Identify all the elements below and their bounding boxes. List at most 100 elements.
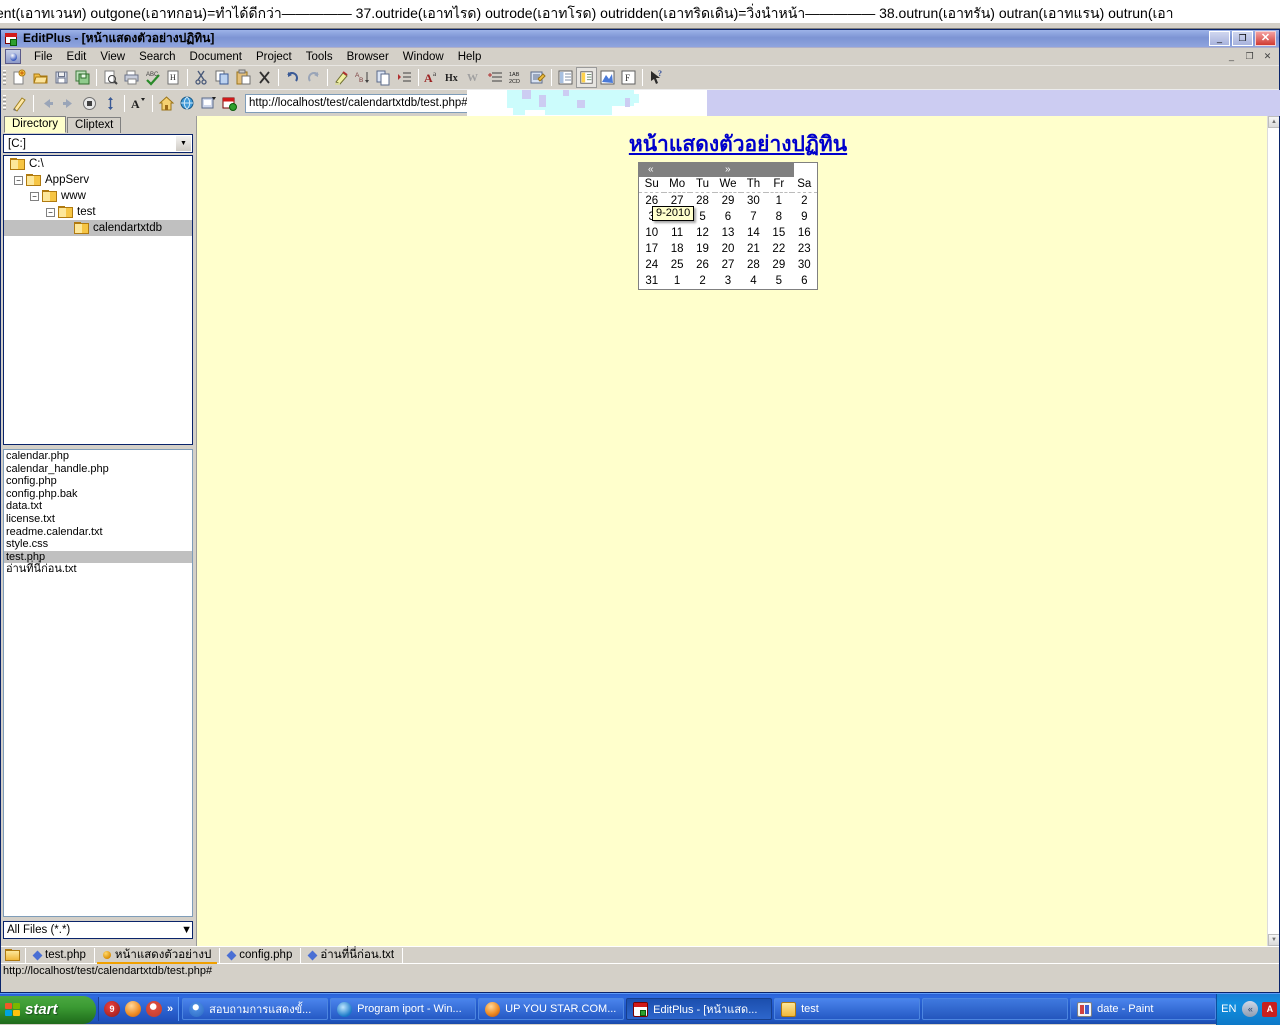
doc-tab-test-php[interactable]: test.php <box>26 947 94 964</box>
calendar-day-cell[interactable]: 13 <box>715 225 740 241</box>
calendar-day-cell[interactable]: 10 <box>639 225 664 241</box>
new-file-icon[interactable] <box>9 67 30 88</box>
menu-view[interactable]: View <box>93 49 132 65</box>
list-item[interactable]: อ่านที่นี่ก่อน.txt <box>4 563 192 576</box>
mdi-restore-button[interactable]: ❐ <box>1242 49 1257 64</box>
doc-tab-preview-active[interactable]: หน้าแสดงตัวอย่างป <box>95 947 219 964</box>
content-vertical-scrollbar[interactable]: ▲ ▼ <box>1267 116 1279 946</box>
restore-button[interactable]: ❐ <box>1232 31 1253 46</box>
browser-toolbar-grip[interactable] <box>3 95 6 111</box>
highlight-icon[interactable] <box>331 67 352 88</box>
mdi-minimize-button[interactable]: _ <box>1224 49 1239 64</box>
collapse-toggle-icon[interactable]: − <box>46 207 55 217</box>
task-button-empty[interactable] <box>922 998 1069 1020</box>
save-file-icon[interactable] <box>51 67 72 88</box>
list-item[interactable]: config.php.bak <box>4 488 192 501</box>
acrobat-tray-icon[interactable]: A <box>1262 1001 1278 1017</box>
context-help-icon[interactable]: ? <box>646 67 667 88</box>
paste-icon[interactable] <box>233 67 254 88</box>
redo-icon[interactable] <box>303 67 324 88</box>
print-preview-icon[interactable] <box>100 67 121 88</box>
align-icon[interactable] <box>485 67 506 88</box>
calendar-next-month-button[interactable]: » <box>725 163 731 177</box>
list-item[interactable]: readme.calendar.txt <box>4 526 192 539</box>
collapse-toggle-icon[interactable]: − <box>30 191 39 201</box>
scroll-up-arrow-icon[interactable]: ▲ <box>1268 116 1279 128</box>
minimize-button[interactable]: _ <box>1209 31 1230 46</box>
filter-chevron-down-icon[interactable]: ▼ <box>181 924 192 936</box>
quick-launch-expand-button[interactable]: » <box>167 1003 173 1015</box>
calendar-day-cell[interactable]: 22 <box>766 241 791 257</box>
start-button[interactable]: start <box>0 995 96 1024</box>
save-all-icon[interactable] <box>72 67 93 88</box>
quicklaunch-opera-icon[interactable]: 9 <box>104 1001 120 1017</box>
language-indicator[interactable]: EN <box>1221 1003 1236 1015</box>
calendar-day-cell[interactable]: 12 <box>690 225 715 241</box>
browser-select-icon[interactable] <box>198 93 219 114</box>
list-item[interactable]: license.txt <box>4 513 192 526</box>
uppercase-lowercase-icon[interactable]: 1AB 2CD <box>506 67 527 88</box>
menu-browser[interactable]: Browser <box>340 49 396 65</box>
duplicate-line-icon[interactable] <box>373 67 394 88</box>
document-window-icon[interactable] <box>5 49 21 64</box>
html-toolbar-icon[interactable]: H <box>163 67 184 88</box>
task-button-firefox[interactable]: UP YOU STAR.COM... <box>478 998 625 1020</box>
word-wrap-icon[interactable]: W <box>464 67 485 88</box>
calendar-day-cell[interactable]: 15 <box>766 225 791 241</box>
calendar-day-cell[interactable]: 19 <box>690 241 715 257</box>
editplus-browser-icon[interactable] <box>219 93 240 114</box>
calendar-day-cell[interactable]: 2 <box>690 273 715 289</box>
toggle-sidebar-icon[interactable] <box>555 67 576 88</box>
collapse-toggle-icon[interactable]: − <box>14 175 23 185</box>
menu-edit[interactable]: Edit <box>60 49 94 65</box>
calendar-day-cell[interactable]: 5 <box>766 273 791 289</box>
calendar-day-cell[interactable]: 1 <box>766 193 791 210</box>
list-item[interactable]: style.css <box>4 538 192 551</box>
calendar-day-cell[interactable]: 1 <box>664 273 689 289</box>
calendar-prev-month-button[interactable]: « <box>648 163 654 177</box>
calendar-day-cell[interactable]: 4 <box>741 273 766 289</box>
calendar-day-cell[interactable]: 21 <box>741 241 766 257</box>
task-button-editplus-active[interactable]: EditPlus - [หน้าแสด... <box>626 998 773 1020</box>
scroll-down-arrow-icon[interactable]: ▼ <box>1268 934 1279 946</box>
menu-file[interactable]: File <box>27 49 60 65</box>
drive-selector[interactable]: [C:] ▼ <box>3 134 193 153</box>
close-button[interactable]: ✕ <box>1255 31 1276 46</box>
quicklaunch-firefox-icon[interactable] <box>125 1001 141 1017</box>
menu-search[interactable]: Search <box>132 49 182 65</box>
calendar-day-cell[interactable]: 27 <box>715 257 740 273</box>
calendar-day-cell[interactable]: 25 <box>664 257 689 273</box>
calendar-day-cell[interactable]: 20 <box>715 241 740 257</box>
tree-item-c-drive[interactable]: C:\ <box>4 156 192 172</box>
calendar-day-cell[interactable]: 26 <box>690 257 715 273</box>
forward-icon[interactable] <box>58 93 79 114</box>
calendar-day-cell[interactable]: 28 <box>741 257 766 273</box>
calendar-day-cell[interactable]: 6 <box>792 273 817 289</box>
toggle-directory-window-icon[interactable] <box>576 67 597 88</box>
find-replace-icon[interactable]: Aa <box>422 67 443 88</box>
calendar-day-cell[interactable]: 7 <box>741 209 766 225</box>
indent-icon[interactable] <box>394 67 415 88</box>
font-preview-icon[interactable]: F <box>618 67 639 88</box>
refresh-icon[interactable] <box>100 93 121 114</box>
calendar-day-cell[interactable]: 30 <box>792 257 817 273</box>
user-tools-icon[interactable] <box>527 67 548 88</box>
tree-item-test[interactable]: − test <box>4 204 192 220</box>
back-icon[interactable] <box>37 93 58 114</box>
calendar-day-cell[interactable]: 29 <box>715 193 740 210</box>
doc-tab-config-php[interactable]: config.php <box>220 947 300 964</box>
calendar-day-cell[interactable]: 16 <box>792 225 817 241</box>
calendar-day-cell[interactable]: 6 <box>715 209 740 225</box>
file-list[interactable]: calendar.php calendar_handle.php config.… <box>3 449 193 917</box>
calendar-day-cell[interactable]: 3 <box>715 273 740 289</box>
task-button-explorer-test[interactable]: test <box>774 998 921 1020</box>
calendar-day-cell[interactable]: 9 <box>792 209 817 225</box>
tree-item-www[interactable]: − www <box>4 188 192 204</box>
task-button-chrome[interactable]: สอบถามการแสดงขั้... <box>182 998 329 1020</box>
file-filter-selector[interactable]: All Files (*.*) ▼ <box>3 921 193 939</box>
search-web-icon[interactable] <box>177 93 198 114</box>
font-size-icon[interactable]: A <box>128 93 149 114</box>
calendar-day-cell[interactable]: 17 <box>639 241 664 257</box>
task-button-ie[interactable]: Program iport - Win... <box>330 998 477 1020</box>
calendar-day-cell[interactable]: 29 <box>766 257 791 273</box>
